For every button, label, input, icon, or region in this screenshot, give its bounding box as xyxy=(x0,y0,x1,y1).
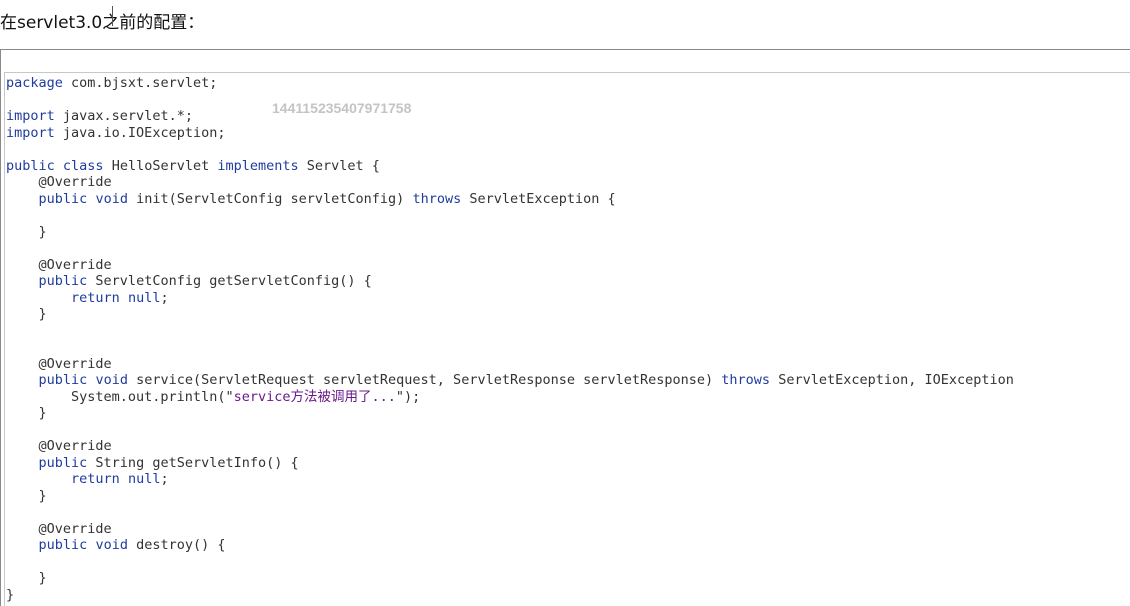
code-line: @Override xyxy=(6,355,112,372)
code-line: } xyxy=(6,586,15,603)
code-line: return null; xyxy=(71,289,169,306)
code-keyword: void xyxy=(95,372,128,388)
code-keyword: void xyxy=(95,537,128,553)
code-keyword: return xyxy=(71,471,120,487)
code-line: public String getServletInfo() { xyxy=(38,454,299,471)
watermark-id: 144115235407971758 xyxy=(272,100,412,116)
code-line: public void service(ServletRequest servl… xyxy=(38,372,1014,388)
code-line: } xyxy=(6,223,47,240)
code-line: @Override xyxy=(6,438,112,454)
code-keyword: public xyxy=(6,157,55,174)
code-line: } xyxy=(6,306,47,322)
code-keyword: public xyxy=(38,372,88,388)
code-line: } xyxy=(6,570,47,586)
code-line: import java.io.IOException; xyxy=(6,124,226,141)
code-keyword: public xyxy=(38,537,88,553)
code-keyword: null xyxy=(127,289,161,306)
code-line: @Override xyxy=(6,256,112,273)
code-line: return null; xyxy=(71,471,169,487)
code-keyword: import xyxy=(6,124,55,141)
code-line: } xyxy=(6,405,47,421)
code-keyword: package xyxy=(6,75,63,91)
code-line: public void destroy() { xyxy=(38,537,226,553)
page-heading: 在servlet3.0之前的配置： xyxy=(0,13,205,33)
code-keyword: import xyxy=(6,108,55,124)
code-line: @Override xyxy=(6,174,112,190)
code-keyword: implements xyxy=(217,157,299,174)
code-keyword: return xyxy=(71,289,120,306)
code-block: package com.bjsxt.servlet; import javax.s… xyxy=(6,75,1014,603)
code-keyword: null xyxy=(127,471,161,487)
code-line: import javax.servlet.*; xyxy=(6,108,193,124)
code-keyword: void xyxy=(95,190,128,207)
code-line: public void init(ServletConfig servletCo… xyxy=(38,190,616,207)
code-keyword: public xyxy=(38,454,88,471)
code-line: public class HelloServlet implements Ser… xyxy=(6,157,380,174)
code-keyword: class xyxy=(62,157,104,174)
code-keyword: throws xyxy=(721,372,771,388)
string-literal: service方法被调用了... xyxy=(233,388,396,405)
code-keyword: public xyxy=(38,273,88,289)
code-line: System.out.println("service方法被调用了..."); xyxy=(6,388,421,405)
code-keyword: throws xyxy=(412,190,462,207)
text-cursor xyxy=(112,6,113,26)
code-line: } xyxy=(6,487,47,504)
code-line: public ServletConfig getServletConfig() … xyxy=(38,273,372,289)
code-line: package com.bjsxt.servlet; xyxy=(6,75,218,91)
code-line: @Override xyxy=(6,520,112,537)
code-keyword: public xyxy=(38,190,88,207)
